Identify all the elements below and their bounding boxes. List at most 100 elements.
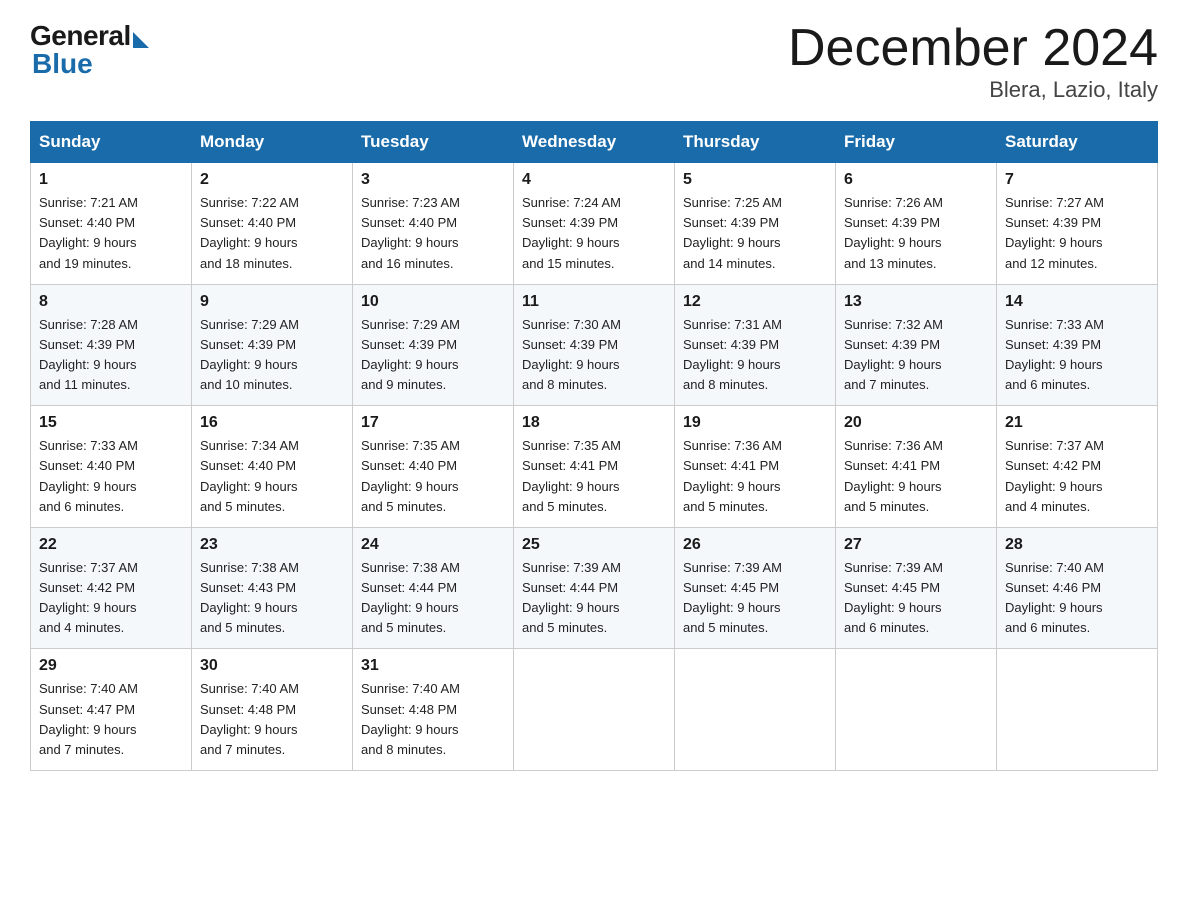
calendar-cell: 4Sunrise: 7:24 AM Sunset: 4:39 PM Daylig… bbox=[514, 163, 675, 285]
calendar-cell: 31 Sunrise: 7:40 AM Sunset: 4:48 PM Dayli… bbox=[353, 649, 514, 771]
day-info: Sunrise: 7:36 AM Sunset: 4:41 PM Dayligh… bbox=[844, 436, 988, 517]
calendar-cell: 3Sunrise: 7:23 AM Sunset: 4:40 PM Daylig… bbox=[353, 163, 514, 285]
calendar-week-row: 1 Sunrise: 7:21 AM Sunset: 4:40 PM Daylig… bbox=[31, 163, 1158, 285]
calendar-cell: 23 Sunrise: 7:38 AM Sunset: 4:43 PM Dayli… bbox=[192, 527, 353, 649]
calendar-cell: 18 Sunrise: 7:35 AM Sunset: 4:41 PM Dayli… bbox=[514, 406, 675, 528]
day-info: Sunrise: 7:40 AM Sunset: 4:47 PM Dayligh… bbox=[39, 679, 183, 760]
day-number: 20 bbox=[844, 414, 988, 432]
day-number: 10 bbox=[361, 293, 505, 311]
calendar-cell: 9 Sunrise: 7:29 AM Sunset: 4:39 PM Daylig… bbox=[192, 284, 353, 406]
day-info: Sunrise: 7:21 AM Sunset: 4:40 PM Dayligh… bbox=[39, 193, 183, 274]
page-header: General Blue December 2024 Blera, Lazio,… bbox=[30, 20, 1158, 103]
logo-arrow-icon bbox=[133, 32, 149, 48]
day-number: 26 bbox=[683, 536, 827, 554]
calendar-cell bbox=[514, 649, 675, 771]
calendar-cell: 19Sunrise: 7:36 AM Sunset: 4:41 PM Dayli… bbox=[675, 406, 836, 528]
calendar-cell: 24 Sunrise: 7:38 AM Sunset: 4:44 PM Dayli… bbox=[353, 527, 514, 649]
day-info: Sunrise: 7:28 AM Sunset: 4:39 PM Dayligh… bbox=[39, 315, 183, 396]
day-info: Sunrise: 7:39 AM Sunset: 4:45 PM Dayligh… bbox=[844, 558, 988, 639]
day-number: 22 bbox=[39, 536, 183, 554]
calendar-cell: 11 Sunrise: 7:30 AM Sunset: 4:39 PM Dayli… bbox=[514, 284, 675, 406]
calendar-cell: 27Sunrise: 7:39 AM Sunset: 4:45 PM Dayli… bbox=[836, 527, 997, 649]
weekday-header-wednesday: Wednesday bbox=[514, 122, 675, 163]
day-number: 11 bbox=[522, 293, 666, 311]
calendar-cell: 28 Sunrise: 7:40 AM Sunset: 4:46 PM Dayli… bbox=[997, 527, 1158, 649]
calendar-cell: 20 Sunrise: 7:36 AM Sunset: 4:41 PM Dayli… bbox=[836, 406, 997, 528]
day-info: Sunrise: 7:33 AM Sunset: 4:39 PM Dayligh… bbox=[1005, 315, 1149, 396]
calendar-cell: 14 Sunrise: 7:33 AM Sunset: 4:39 PM Dayli… bbox=[997, 284, 1158, 406]
day-info: Sunrise: 7:35 AM Sunset: 4:41 PM Dayligh… bbox=[522, 436, 666, 517]
day-info: Sunrise: 7:32 AM Sunset: 4:39 PM Dayligh… bbox=[844, 315, 988, 396]
weekday-header-row: SundayMondayTuesdayWednesdayThursdayFrid… bbox=[31, 122, 1158, 163]
day-info: Sunrise: 7:34 AM Sunset: 4:40 PM Dayligh… bbox=[200, 436, 344, 517]
calendar-cell: 1 Sunrise: 7:21 AM Sunset: 4:40 PM Daylig… bbox=[31, 163, 192, 285]
weekday-header-thursday: Thursday bbox=[675, 122, 836, 163]
weekday-header-saturday: Saturday bbox=[997, 122, 1158, 163]
day-info: Sunrise: 7:37 AM Sunset: 4:42 PM Dayligh… bbox=[39, 558, 183, 639]
logo-blue-text: Blue bbox=[30, 48, 93, 80]
calendar-cell: 2Sunrise: 7:22 AM Sunset: 4:40 PM Daylig… bbox=[192, 163, 353, 285]
day-info: Sunrise: 7:40 AM Sunset: 4:46 PM Dayligh… bbox=[1005, 558, 1149, 639]
calendar-cell: 16Sunrise: 7:34 AM Sunset: 4:40 PM Dayli… bbox=[192, 406, 353, 528]
day-number: 29 bbox=[39, 657, 183, 675]
calendar-cell: 7 Sunrise: 7:27 AM Sunset: 4:39 PM Daylig… bbox=[997, 163, 1158, 285]
calendar-cell: 21 Sunrise: 7:37 AM Sunset: 4:42 PM Dayli… bbox=[997, 406, 1158, 528]
calendar-cell: 26 Sunrise: 7:39 AM Sunset: 4:45 PM Dayli… bbox=[675, 527, 836, 649]
day-number: 21 bbox=[1005, 414, 1149, 432]
day-info: Sunrise: 7:38 AM Sunset: 4:44 PM Dayligh… bbox=[361, 558, 505, 639]
day-info: Sunrise: 7:35 AM Sunset: 4:40 PM Dayligh… bbox=[361, 436, 505, 517]
day-number: 18 bbox=[522, 414, 666, 432]
day-info: Sunrise: 7:23 AM Sunset: 4:40 PM Dayligh… bbox=[361, 193, 505, 274]
logo: General Blue bbox=[30, 20, 149, 80]
day-number: 23 bbox=[200, 536, 344, 554]
day-number: 1 bbox=[39, 171, 183, 189]
day-info: Sunrise: 7:22 AM Sunset: 4:40 PM Dayligh… bbox=[200, 193, 344, 274]
day-info: Sunrise: 7:39 AM Sunset: 4:45 PM Dayligh… bbox=[683, 558, 827, 639]
day-info: Sunrise: 7:40 AM Sunset: 4:48 PM Dayligh… bbox=[200, 679, 344, 760]
day-number: 13 bbox=[844, 293, 988, 311]
day-number: 7 bbox=[1005, 171, 1149, 189]
day-info: Sunrise: 7:25 AM Sunset: 4:39 PM Dayligh… bbox=[683, 193, 827, 274]
weekday-header-sunday: Sunday bbox=[31, 122, 192, 163]
day-info: Sunrise: 7:30 AM Sunset: 4:39 PM Dayligh… bbox=[522, 315, 666, 396]
calendar-cell: 8 Sunrise: 7:28 AM Sunset: 4:39 PM Daylig… bbox=[31, 284, 192, 406]
day-number: 14 bbox=[1005, 293, 1149, 311]
day-number: 25 bbox=[522, 536, 666, 554]
month-title: December 2024 bbox=[788, 20, 1158, 77]
title-block: December 2024 Blera, Lazio, Italy bbox=[788, 20, 1158, 103]
day-info: Sunrise: 7:37 AM Sunset: 4:42 PM Dayligh… bbox=[1005, 436, 1149, 517]
day-number: 12 bbox=[683, 293, 827, 311]
day-info: Sunrise: 7:26 AM Sunset: 4:39 PM Dayligh… bbox=[844, 193, 988, 274]
calendar-cell: 10Sunrise: 7:29 AM Sunset: 4:39 PM Dayli… bbox=[353, 284, 514, 406]
day-number: 19 bbox=[683, 414, 827, 432]
day-info: Sunrise: 7:38 AM Sunset: 4:43 PM Dayligh… bbox=[200, 558, 344, 639]
calendar-cell: 22 Sunrise: 7:37 AM Sunset: 4:42 PM Dayli… bbox=[31, 527, 192, 649]
day-number: 15 bbox=[39, 414, 183, 432]
day-number: 28 bbox=[1005, 536, 1149, 554]
calendar-cell: 17Sunrise: 7:35 AM Sunset: 4:40 PM Dayli… bbox=[353, 406, 514, 528]
calendar-week-row: 8 Sunrise: 7:28 AM Sunset: 4:39 PM Daylig… bbox=[31, 284, 1158, 406]
calendar-cell bbox=[997, 649, 1158, 771]
day-number: 24 bbox=[361, 536, 505, 554]
day-info: Sunrise: 7:29 AM Sunset: 4:39 PM Dayligh… bbox=[200, 315, 344, 396]
calendar-week-row: 22 Sunrise: 7:37 AM Sunset: 4:42 PM Dayli… bbox=[31, 527, 1158, 649]
day-info: Sunrise: 7:39 AM Sunset: 4:44 PM Dayligh… bbox=[522, 558, 666, 639]
calendar-cell: 29 Sunrise: 7:40 AM Sunset: 4:47 PM Dayli… bbox=[31, 649, 192, 771]
calendar-cell: 15Sunrise: 7:33 AM Sunset: 4:40 PM Dayli… bbox=[31, 406, 192, 528]
day-number: 5 bbox=[683, 171, 827, 189]
calendar-cell: 25 Sunrise: 7:39 AM Sunset: 4:44 PM Dayli… bbox=[514, 527, 675, 649]
day-info: Sunrise: 7:31 AM Sunset: 4:39 PM Dayligh… bbox=[683, 315, 827, 396]
day-number: 30 bbox=[200, 657, 344, 675]
day-number: 8 bbox=[39, 293, 183, 311]
day-info: Sunrise: 7:40 AM Sunset: 4:48 PM Dayligh… bbox=[361, 679, 505, 760]
day-number: 6 bbox=[844, 171, 988, 189]
day-number: 9 bbox=[200, 293, 344, 311]
calendar-cell: 5 Sunrise: 7:25 AM Sunset: 4:39 PM Daylig… bbox=[675, 163, 836, 285]
weekday-header-friday: Friday bbox=[836, 122, 997, 163]
location-title: Blera, Lazio, Italy bbox=[788, 77, 1158, 103]
calendar-cell bbox=[836, 649, 997, 771]
calendar-week-row: 29 Sunrise: 7:40 AM Sunset: 4:47 PM Dayli… bbox=[31, 649, 1158, 771]
calendar-cell: 30 Sunrise: 7:40 AM Sunset: 4:48 PM Dayli… bbox=[192, 649, 353, 771]
day-info: Sunrise: 7:27 AM Sunset: 4:39 PM Dayligh… bbox=[1005, 193, 1149, 274]
day-number: 31 bbox=[361, 657, 505, 675]
